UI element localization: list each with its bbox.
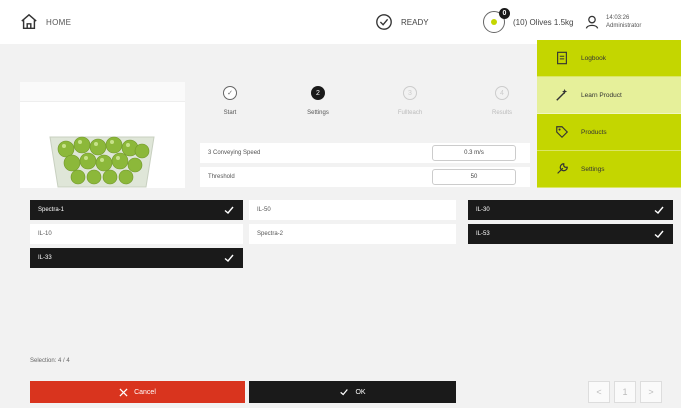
product-label: (10) Olives 1.5kg [513,17,574,27]
user-role: Administrator [606,23,642,29]
menu-item-products[interactable]: Products [537,114,681,151]
menu-item-label: Logbook [581,54,606,62]
olives-product-image [49,136,155,188]
home-button[interactable]: HOME [20,12,71,32]
wrench-icon [557,163,568,174]
tag-icon [556,126,569,139]
check-icon [340,389,349,396]
check-icon [654,230,664,238]
option-il-10[interactable]: IL-10 [30,224,243,244]
menu-item-learn-product[interactable]: Learn Product [537,77,681,114]
step-start[interactable]: ✓ Start [200,86,260,116]
status-indicator: READY [375,12,429,32]
product-status-icon: 0 [483,8,510,33]
sensor-selection-dialog: Spectra-1 IL-50 IL-30 IL-10 Spectra-2 IL… [0,188,681,408]
user-menu[interactable]: 14:03:26 Administrator [584,10,641,34]
product-selector[interactable]: 0 (10) Olives 1.5kg [483,8,574,34]
check-icon [654,206,664,214]
logbook-icon [557,51,567,65]
step-settings-label: Settings [307,110,329,116]
home-icon [21,13,37,30]
param-row-conveying-speed: 3 Conveying Speed 0.3 m/s [200,143,530,163]
product-image-header [20,82,185,102]
ok-label: OK [355,388,366,396]
step-results-icon: 4 [495,86,509,100]
menu-item-settings[interactable]: Settings [537,151,681,188]
menu-item-label: Settings [581,165,605,173]
cancel-button[interactable]: Cancel [30,381,245,403]
menu-item-label: Learn Product [581,91,622,99]
option-label: Spectra-2 [257,231,284,237]
close-icon [119,387,128,397]
option-il-53[interactable]: IL-53 [468,224,673,244]
step-settings[interactable]: 2 Settings [288,86,348,116]
option-label: IL-50 [257,207,271,213]
selection-count: Selection: 4 / 4 [30,358,70,364]
option-label: IL-53 [476,231,490,237]
check-icon [224,254,234,262]
param-row-threshold: Threshold 50 [200,167,530,187]
option-label: IL-10 [38,231,52,237]
page-indicator: 1 [614,381,636,403]
option-label: IL-33 [38,255,52,261]
ok-button[interactable]: OK [249,381,456,403]
option-spectra-2[interactable]: Spectra-2 [249,224,456,244]
option-label: IL-30 [476,207,490,213]
menu-item-label: Products [581,128,607,136]
option-spectra-1[interactable]: Spectra-1 [30,200,243,220]
option-il-50[interactable]: IL-50 [249,200,456,220]
option-il-30[interactable]: IL-30 [468,200,673,220]
step-start-label: Start [223,110,237,116]
param-value-field[interactable]: 0.3 m/s [432,145,516,161]
option-label: Spectra-1 [38,207,65,213]
user-icon [585,15,599,29]
step-results-label: Results [491,110,512,116]
option-il-33[interactable]: IL-33 [30,248,243,268]
page-next-button[interactable]: > [640,381,662,403]
step-settings-icon: 2 [311,86,325,100]
step-start-icon: ✓ [223,86,237,100]
wand-icon [556,88,568,101]
check-circle-icon [376,14,392,30]
user-time: 14:03:26 [606,15,630,21]
product-badge: 0 [499,8,510,19]
param-value-field[interactable]: 50 [432,169,516,185]
step-fullteach: 3 Fullteach [380,86,440,116]
cancel-label: Cancel [134,388,156,396]
step-fullteach-icon: 3 [403,86,417,100]
status-label: READY [401,17,429,27]
page-prev-button[interactable]: < [588,381,610,403]
menu-item-logbook[interactable]: Logbook [537,40,681,77]
step-results: 4 Results [472,86,532,116]
step-fullteach-label: Fullteach [397,110,423,116]
side-menu: Logbook Learn Product Products Settings [537,40,681,188]
check-icon [224,206,234,214]
wizard-stepper: ✓ Start 2 Settings 3 Fullteach 4 Results [200,82,535,132]
home-label: HOME [46,17,72,27]
top-header: HOME READY 0 (10) Olives 1.5kg 14:03:26 … [0,0,681,44]
